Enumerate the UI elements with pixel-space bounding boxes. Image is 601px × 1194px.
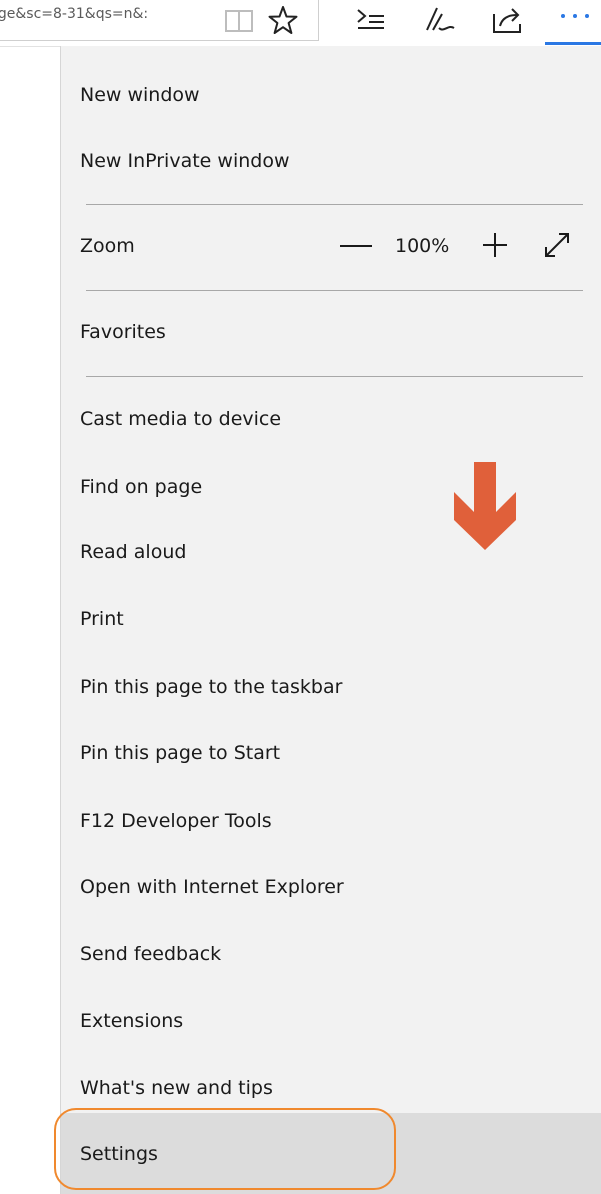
menu-item-label: Pin this page to Start	[80, 742, 281, 764]
menu-separator	[86, 290, 583, 291]
menu-item-label: Find on page	[80, 476, 203, 498]
active-tab-indicator	[545, 42, 601, 45]
reading-view-icon[interactable]	[224, 8, 254, 34]
menu-item-label: New window	[80, 84, 200, 106]
menu-item-print[interactable]: Print	[61, 589, 601, 649]
menu-item-label: Pin this page to the taskbar	[80, 676, 343, 698]
zoom-level: 100%	[395, 235, 450, 257]
menu-item-pin-taskbar[interactable]: Pin this page to the taskbar	[61, 657, 601, 717]
annotation-down-arrow-icon	[454, 462, 516, 550]
menu-item-open-ie[interactable]: Open with Internet Explorer	[61, 857, 601, 917]
menu-item-label: What's new and tips	[80, 1077, 273, 1099]
zoom-out-button[interactable]	[340, 245, 372, 247]
full-screen-icon[interactable]	[541, 229, 573, 261]
address-text[interactable]: ige&sc=8-31&qs=n&:	[0, 6, 218, 32]
menu-item-find-on-page[interactable]: Find on page	[61, 457, 601, 517]
settings-and-more-menu: New window New InPrivate window Zoom 100…	[60, 46, 601, 1194]
menu-item-label: Cast media to device	[80, 408, 282, 430]
menu-item-new-window[interactable]: New window	[61, 65, 601, 125]
menu-separator	[86, 204, 583, 205]
menu-item-label: Read aloud	[80, 541, 187, 563]
menu-item-send-feedback[interactable]: Send feedback	[61, 924, 601, 984]
hub-icon[interactable]	[354, 6, 388, 34]
menu-item-developer-tools[interactable]: F12 Developer Tools	[61, 791, 601, 851]
web-note-icon[interactable]	[422, 4, 458, 36]
more-icon[interactable]	[555, 0, 595, 28]
zoom-in-button[interactable]	[480, 230, 510, 260]
menu-item-favorites[interactable]: Favorites	[61, 302, 601, 362]
zoom-row: Zoom 100%	[61, 218, 601, 278]
menu-item-pin-start[interactable]: Pin this page to Start	[61, 723, 601, 783]
menu-item-label: F12 Developer Tools	[80, 810, 272, 832]
favorites-star-icon[interactable]	[266, 4, 300, 36]
share-icon[interactable]	[490, 4, 524, 36]
menu-separator	[86, 376, 583, 377]
menu-item-label: New InPrivate window	[80, 150, 290, 172]
menu-item-label: Open with Internet Explorer	[80, 876, 344, 898]
menu-item-extensions[interactable]: Extensions	[61, 991, 601, 1051]
zoom-label: Zoom	[80, 235, 135, 257]
menu-item-label: Send feedback	[80, 943, 222, 965]
menu-item-new-inprivate-window[interactable]: New InPrivate window	[61, 131, 601, 191]
annotation-highlight-circle	[54, 1108, 396, 1190]
menu-item-label: Print	[80, 608, 124, 630]
browser-toolbar: ige&sc=8-31&qs=n&:	[0, 0, 601, 47]
menu-item-read-aloud[interactable]: Read aloud	[61, 522, 601, 582]
menu-item-label: Favorites	[80, 321, 166, 343]
menu-item-label: Extensions	[80, 1010, 184, 1032]
menu-item-cast-media[interactable]: Cast media to device	[61, 389, 601, 449]
